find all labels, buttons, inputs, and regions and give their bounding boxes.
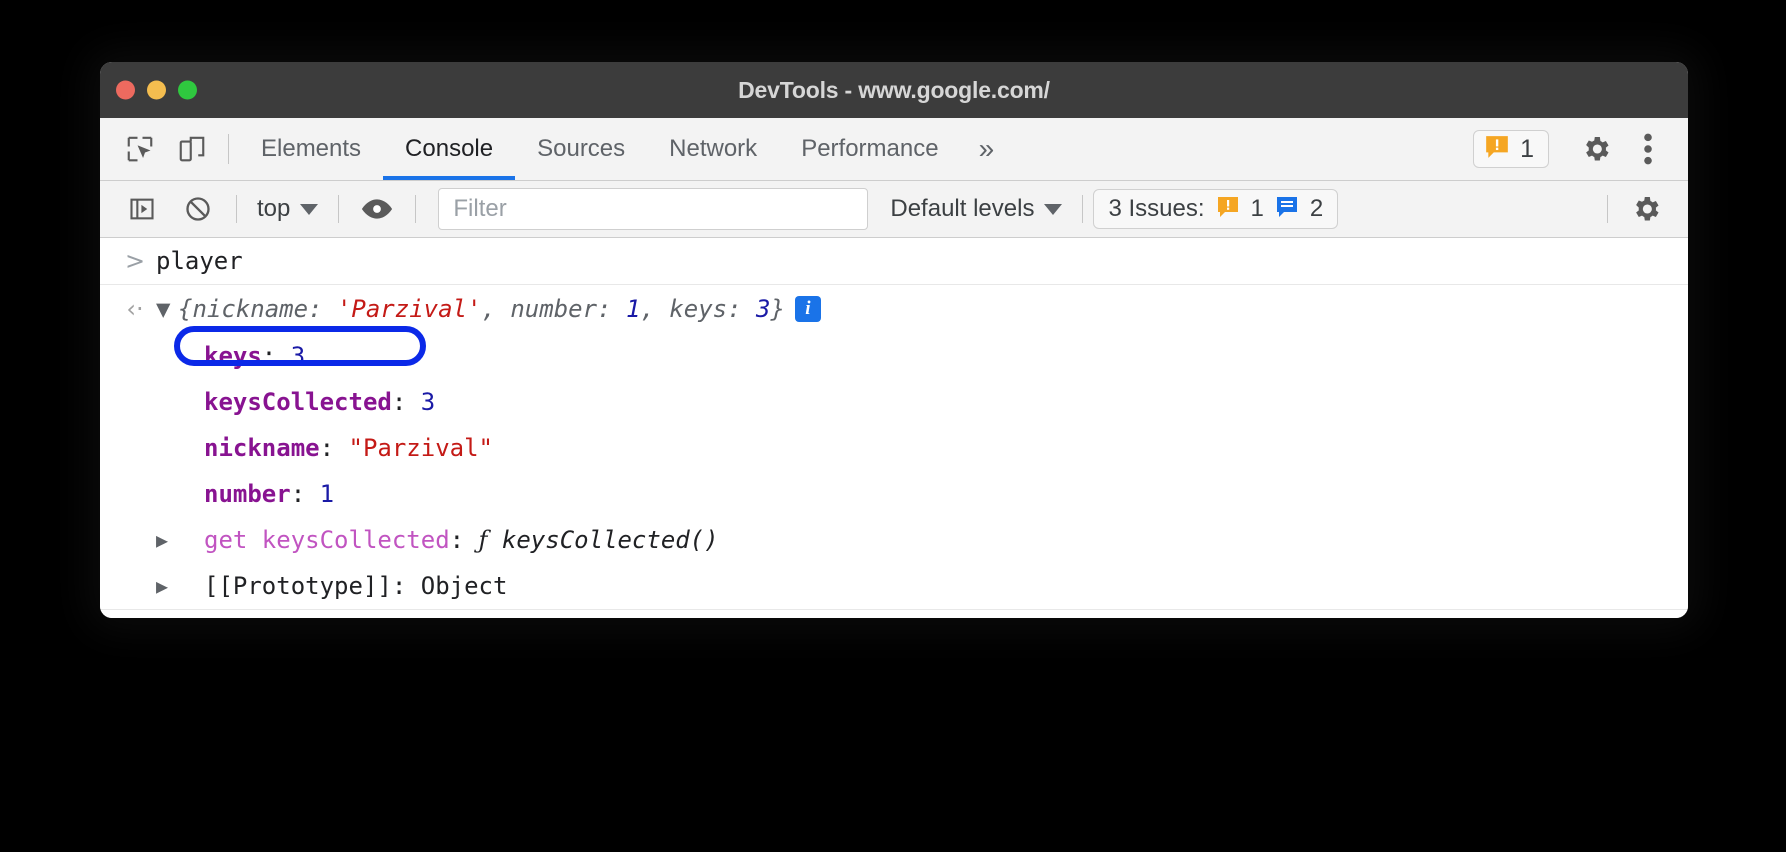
property-row-keyscollected[interactable]: keysCollected: 3	[100, 379, 1688, 425]
live-expression-icon[interactable]	[349, 189, 405, 229]
filterbar-divider-1	[236, 195, 237, 223]
property-name: keys	[204, 344, 262, 368]
warning-icon	[1484, 134, 1510, 165]
inspect-element-icon[interactable]	[114, 118, 166, 180]
result-arrow-icon: ‹·	[114, 297, 156, 321]
error-count-badge[interactable]: 1	[1473, 130, 1549, 168]
getter-signature	[487, 528, 501, 552]
warning-icon	[1216, 195, 1240, 224]
expand-toggle-icon[interactable]: ▼	[156, 297, 178, 321]
gear-icon[interactable]	[1570, 133, 1622, 165]
preview-key: , number:	[481, 295, 626, 323]
maximize-window-button[interactable]	[178, 81, 197, 100]
log-levels-label: Default levels	[890, 195, 1034, 223]
property-name: keysCollected	[204, 390, 392, 414]
info-icon[interactable]: i	[795, 296, 821, 322]
tab-label: Console	[405, 135, 493, 163]
tab-network[interactable]: Network	[647, 118, 779, 180]
window-title: DevTools - www.google.com/	[738, 77, 1050, 104]
preview-key: , keys:	[640, 295, 756, 323]
expand-toggle-icon[interactable]: ▶	[156, 530, 204, 550]
filterbar-divider-5	[1607, 195, 1608, 223]
property-colon: :	[392, 390, 421, 414]
property-colon: :	[262, 344, 291, 368]
chevron-down-icon	[300, 204, 318, 215]
preview-key: nickname:	[192, 295, 337, 323]
property-value: 3	[291, 344, 305, 368]
close-window-button[interactable]	[116, 81, 135, 100]
traffic-lights	[116, 81, 197, 100]
console-sidebar-icon[interactable]	[114, 189, 170, 229]
preview-string: 'Parzival'	[337, 295, 482, 323]
context-label: top	[257, 195, 290, 223]
filterbar-right-controls	[1597, 189, 1688, 229]
device-toolbar-icon[interactable]	[166, 118, 218, 180]
chevron-down-icon	[1044, 204, 1062, 215]
property-name: number	[204, 482, 291, 506]
filter-input[interactable]: Filter	[438, 188, 868, 230]
property-value: "Parzival"	[349, 436, 494, 460]
filterbar-divider-2	[338, 195, 339, 223]
tab-label: Sources	[537, 135, 625, 163]
console-prompt-line[interactable]: >	[100, 609, 1688, 618]
tab-label: Network	[669, 135, 757, 163]
info-message-icon	[1275, 195, 1299, 224]
console-output[interactable]: > player ‹· ▼ {nickname: 'Parzival', num…	[100, 238, 1688, 618]
clear-console-icon[interactable]	[170, 189, 226, 229]
getter-label: get keysCollected	[204, 528, 450, 552]
issues-info-count: 2	[1310, 195, 1323, 223]
log-levels-selector[interactable]: Default levels	[880, 195, 1072, 223]
tab-console[interactable]: Console	[383, 118, 515, 180]
tabbar-right-controls: 1	[1473, 118, 1688, 180]
preview-close-brace: }	[770, 295, 784, 323]
tab-label: Elements	[261, 135, 361, 163]
getter-colon: :	[450, 528, 479, 552]
filterbar-divider-4	[1082, 195, 1083, 223]
tab-performance[interactable]: Performance	[779, 118, 960, 180]
property-row-keys[interactable]: keys: 3	[100, 333, 1688, 379]
preview-open-brace: {	[178, 295, 192, 323]
issues-warning-count: 1	[1251, 195, 1264, 223]
tabbar-divider	[228, 134, 229, 164]
property-name: nickname	[204, 436, 320, 460]
object-preview: {nickname: 'Parzival', number: 1, keys: …	[178, 297, 785, 321]
tab-elements[interactable]: Elements	[239, 118, 383, 180]
console-input-expression: player	[156, 249, 243, 273]
property-row-nickname[interactable]: nickname: "Parzival"	[100, 425, 1688, 471]
console-filter-toolbar: top Filter Default levels 3 Issues:	[100, 181, 1688, 238]
function-keyword-icon: ƒ	[479, 528, 488, 552]
preview-number: 3	[756, 295, 770, 323]
property-value: 1	[320, 482, 334, 506]
property-row-number[interactable]: number: 1	[100, 471, 1688, 517]
issues-badge[interactable]: 3 Issues: 1 2	[1093, 189, 1338, 229]
minimize-window-button[interactable]	[147, 81, 166, 100]
expand-toggle-icon[interactable]: ▶	[156, 576, 204, 596]
filterbar-divider-3	[415, 195, 416, 223]
property-row-getter[interactable]: ▶ get keysCollected: ƒ keysCollected()	[100, 517, 1688, 563]
console-result-line[interactable]: ‹· ▼ {nickname: 'Parzival', number: 1, k…	[100, 284, 1688, 333]
getter-signature-text: keysCollected()	[502, 528, 719, 552]
filter-placeholder: Filter	[453, 195, 506, 223]
devtools-window: DevTools - www.google.com/ Elements Cons…	[100, 62, 1688, 618]
error-count: 1	[1520, 135, 1534, 164]
tab-sources[interactable]: Sources	[515, 118, 647, 180]
console-settings-icon[interactable]	[1618, 189, 1674, 229]
tab-label: Performance	[801, 135, 938, 163]
property-colon: :	[320, 436, 349, 460]
console-input-line[interactable]: > player	[100, 238, 1688, 284]
property-colon: :	[291, 482, 320, 506]
window-titlebar: DevTools - www.google.com/	[100, 62, 1688, 118]
preview-number: 1	[626, 295, 640, 323]
more-tabs-icon[interactable]: »	[961, 118, 1013, 180]
prototype-label: [[Prototype]]: Object	[204, 574, 507, 598]
javascript-context-selector[interactable]: top	[247, 195, 328, 223]
property-value: 3	[421, 390, 435, 414]
kebab-menu-icon[interactable]	[1622, 133, 1674, 165]
property-row-prototype[interactable]: ▶ [[Prototype]]: Object	[100, 563, 1688, 609]
devtools-tabbar: Elements Console Sources Network Perform…	[100, 118, 1688, 181]
prompt-icon: >	[114, 249, 156, 273]
issues-label: 3 Issues:	[1108, 195, 1204, 223]
